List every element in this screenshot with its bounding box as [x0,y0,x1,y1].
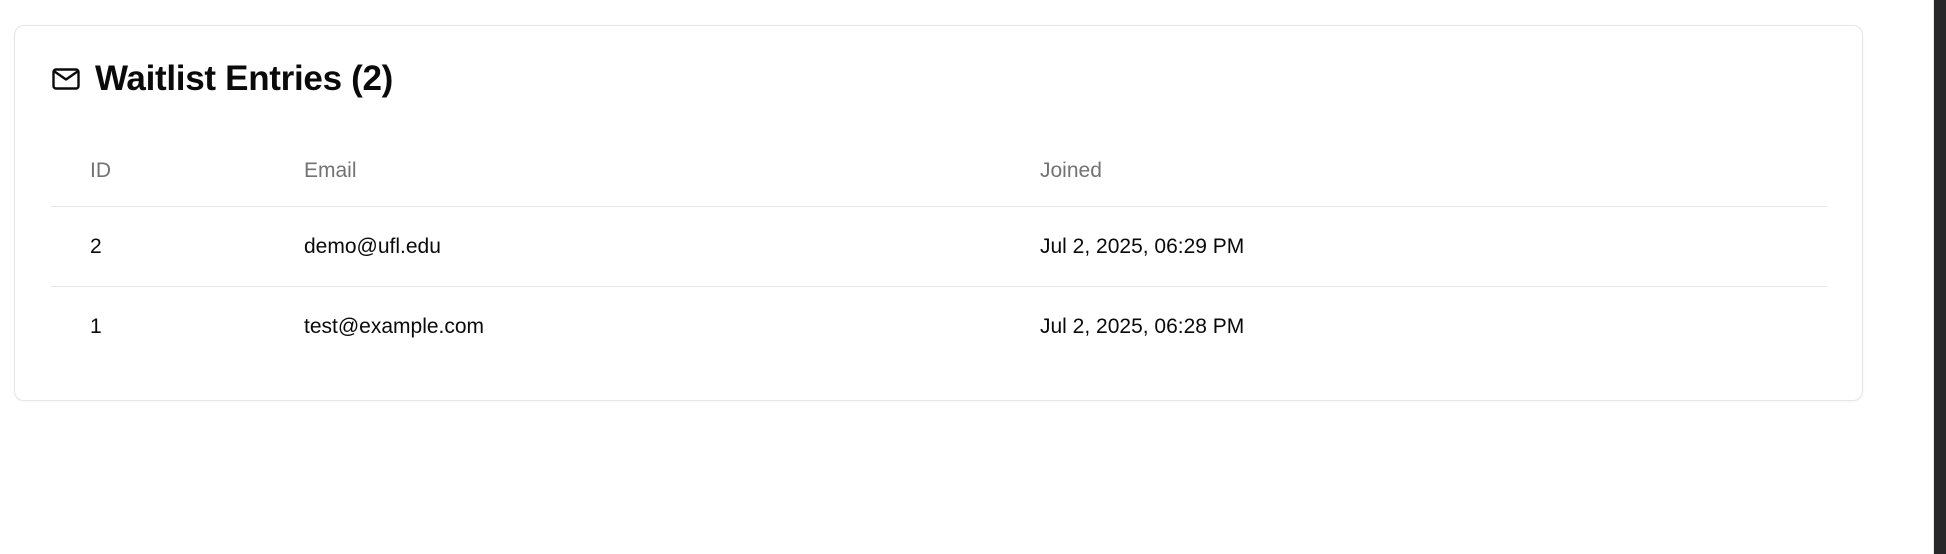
mail-icon [51,66,81,92]
cell-id: 2 [90,234,102,258]
cell-joined: Jul 2, 2025, 06:28 PM [1040,314,1245,338]
window-edge [1934,0,1946,554]
card-header: Waitlist Entries (2) [51,58,393,100]
cell-joined: Jul 2, 2025, 06:29 PM [1040,234,1245,258]
card-title: Waitlist Entries (2) [95,59,394,98]
table-header-row: ID Email Joined [51,139,1827,207]
column-header-id: ID [90,158,111,182]
cell-id: 1 [90,314,102,338]
column-header-email: Email [304,158,357,182]
waitlist-table: ID Email Joined 2 demo@ufl.edu Jul 2, 20… [51,139,1827,366]
table-row: 1 test@example.com Jul 2, 2025, 06:28 PM [51,287,1827,366]
column-header-joined: Joined [1040,158,1102,182]
cell-email: test@example.com [304,314,485,338]
waitlist-card: Waitlist Entries (2) ID Email Joined 2 d… [14,25,1863,401]
table-row: 2 demo@ufl.edu Jul 2, 2025, 06:29 PM [51,207,1827,287]
cell-email: demo@ufl.edu [304,234,441,258]
